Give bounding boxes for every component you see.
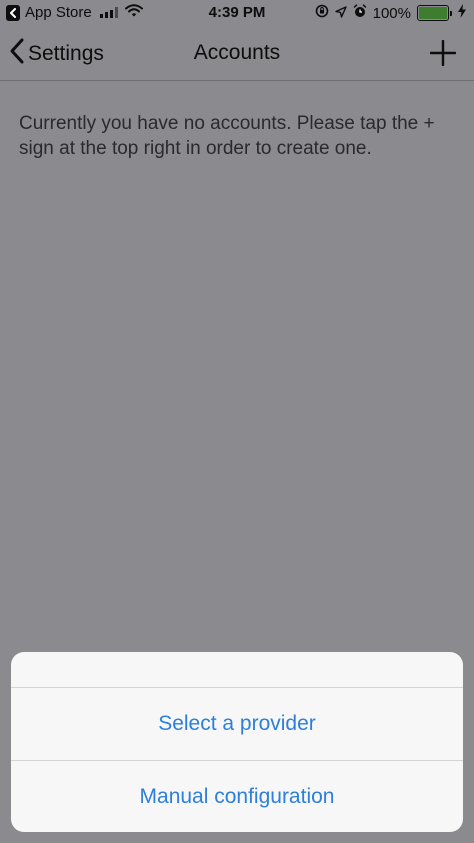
status-bar: App Store 4:39 PM 100% [0,0,474,28]
add-account-button[interactable] [429,39,457,67]
manual-configuration-button[interactable]: Manual configuration [11,760,463,832]
battery-level [419,7,447,19]
navigation-bar: Settings Accounts [0,28,474,81]
action-sheet-header [11,652,463,688]
select-provider-button[interactable]: Select a provider [11,688,463,760]
screen-rotation-lock-icon [315,4,329,22]
plus-icon [429,39,457,70]
charging-icon [458,4,466,22]
battery-icon [417,5,452,21]
chevron-left-icon [10,38,24,69]
action-sheet: Select a provider Manual configuration [11,652,463,832]
back-button[interactable]: Settings [10,38,104,69]
location-icon [334,5,347,22]
battery-percent: 100% [372,4,411,22]
back-button-label: Settings [28,41,104,65]
alarm-icon [353,4,367,22]
empty-accounts-message: Currently you have no accounts. Please t… [19,113,435,159]
